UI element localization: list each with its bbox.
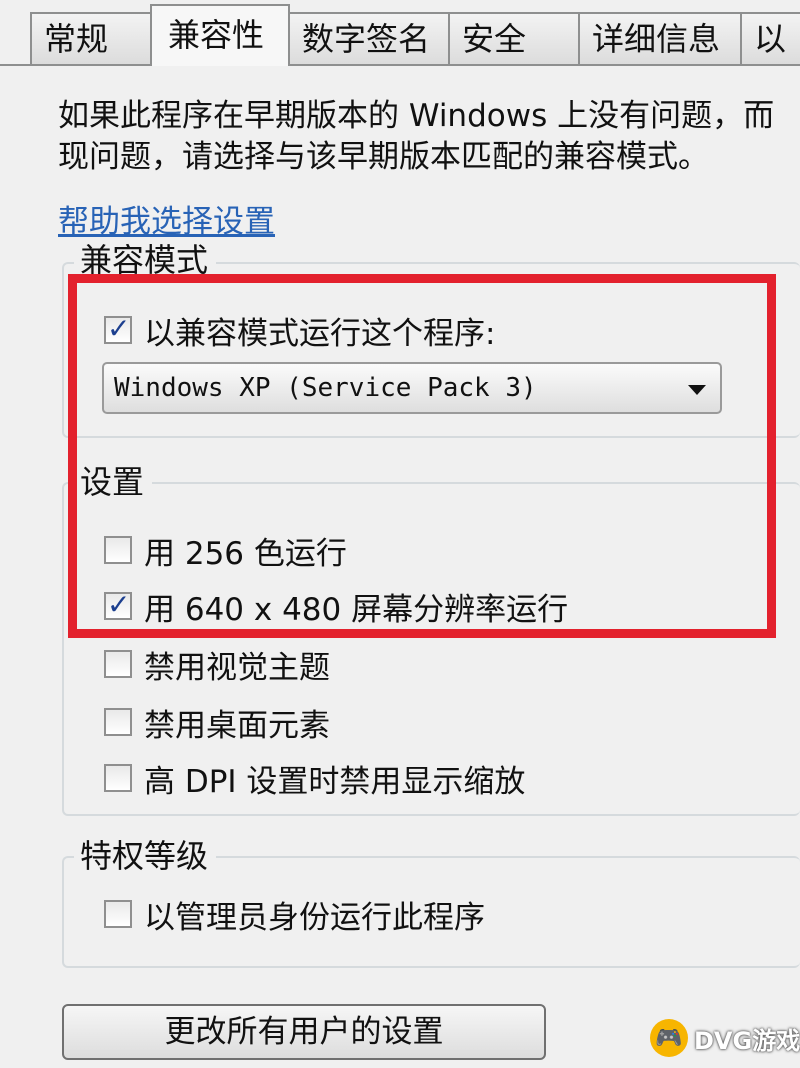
settings-title: 设置 bbox=[74, 462, 153, 502]
tab-label: 以 bbox=[754, 20, 787, 58]
run-as-admin-label: 以管理员身份运行此程序 bbox=[144, 899, 485, 936]
disable-desktop-composition-checkbox[interactable] bbox=[104, 708, 132, 736]
tab-label: 常规 bbox=[44, 20, 109, 58]
os-version-value: Windows XP (Service Pack 3) bbox=[114, 373, 537, 403]
run-640x480-option[interactable]: ✓ 用 640 x 480 屏幕分辨率运行 bbox=[104, 586, 569, 628]
run-256-colors-checkbox[interactable] bbox=[104, 536, 132, 564]
run-in-compat-mode-label: 以兼容模式运行这个程序: bbox=[144, 315, 496, 352]
run-as-admin-checkbox[interactable] bbox=[104, 900, 132, 928]
run-256-colors-label: 用 256 色运行 bbox=[144, 535, 347, 572]
tab-digital-signatures[interactable]: 数字签名 bbox=[288, 12, 450, 64]
disable-visual-themes-option[interactable]: 禁用视觉主题 bbox=[104, 644, 330, 686]
tab-previous-versions[interactable]: 以 bbox=[740, 12, 800, 64]
tab-general[interactable]: 常规 bbox=[30, 12, 154, 64]
disable-dpi-scaling-label: 高 DPI 设置时禁用显示缩放 bbox=[144, 763, 526, 800]
tab-label: 兼容性 bbox=[168, 16, 265, 54]
disable-dpi-scaling-option[interactable]: 高 DPI 设置时禁用显示缩放 bbox=[104, 758, 526, 800]
disable-desktop-composition-option[interactable]: 禁用桌面元素 bbox=[104, 702, 330, 744]
check-icon: ✓ bbox=[107, 588, 131, 621]
disable-visual-themes-checkbox[interactable] bbox=[104, 650, 132, 678]
compat-mode-title: 兼容模式 bbox=[74, 240, 217, 280]
watermark: 🎮 DVG游戏网 bbox=[650, 1018, 800, 1058]
run-as-admin-option[interactable]: 以管理员身份运行此程序 bbox=[104, 894, 485, 936]
help-me-choose-link[interactable]: 帮助我选择设置 bbox=[58, 196, 275, 241]
tab-label: 数字签名 bbox=[302, 20, 431, 58]
disable-visual-themes-label: 禁用视觉主题 bbox=[144, 649, 330, 686]
description-line-2: 现问题，请选择与该早期版本匹配的兼容模式。 bbox=[58, 139, 709, 175]
tab-details[interactable]: 详细信息 bbox=[578, 12, 742, 64]
run-256-colors-option[interactable]: 用 256 色运行 bbox=[104, 530, 347, 572]
description-text: 如果此程序在早期版本的 Windows 上没有问题，而 现问题，请选择与该早期版… bbox=[58, 96, 800, 178]
disable-desktop-composition-label: 禁用桌面元素 bbox=[144, 707, 330, 744]
run-640x480-label: 用 640 x 480 屏幕分辨率运行 bbox=[144, 591, 569, 628]
run-in-compat-mode-option[interactable]: ✓ 以兼容模式运行这个程序: bbox=[104, 310, 496, 352]
tab-compatibility[interactable]: 兼容性 bbox=[150, 4, 290, 66]
change-settings-all-users-button[interactable]: 更改所有用户的设置 bbox=[62, 1004, 546, 1060]
disable-dpi-scaling-checkbox[interactable] bbox=[104, 764, 132, 792]
dropdown-arrow-icon bbox=[688, 385, 706, 395]
tab-label: 安全 bbox=[462, 20, 527, 58]
gamepad-icon: 🎮 bbox=[650, 1019, 688, 1057]
description-line-1: 如果此程序在早期版本的 Windows 上没有问题，而 bbox=[58, 98, 775, 134]
tab-security[interactable]: 安全 bbox=[448, 12, 580, 64]
run-in-compat-mode-checkbox[interactable]: ✓ bbox=[104, 312, 132, 345]
check-icon: ✓ bbox=[107, 312, 131, 345]
tab-label: 详细信息 bbox=[592, 20, 721, 58]
os-version-dropdown[interactable]: Windows XP (Service Pack 3) bbox=[102, 362, 722, 414]
tab-strip: 常规 兼容性 数字签名 安全 详细信息 以 bbox=[0, 0, 800, 66]
run-640x480-checkbox[interactable]: ✓ bbox=[104, 588, 132, 621]
privilege-level-title: 特权等级 bbox=[74, 836, 217, 876]
watermark-text: DVG游戏网 bbox=[694, 1026, 800, 1055]
